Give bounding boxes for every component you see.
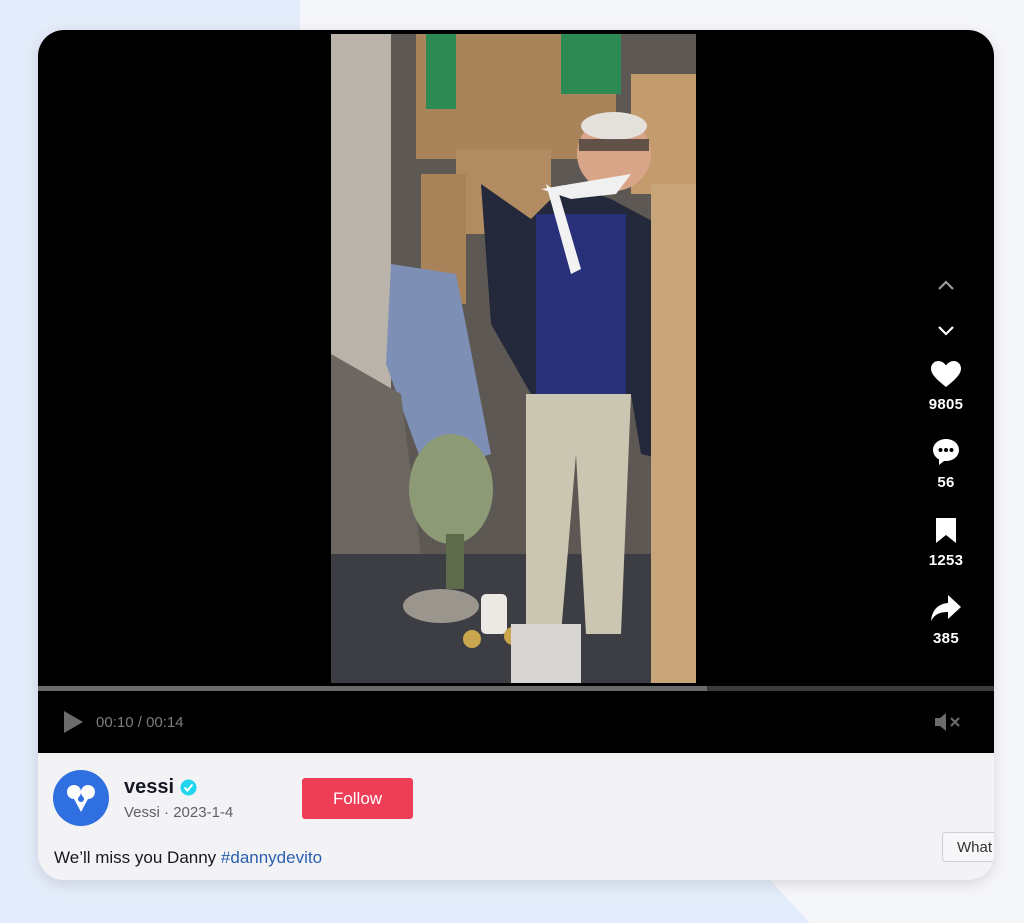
avatar[interactable]	[53, 770, 109, 826]
share-count: 385	[933, 630, 959, 647]
chevron-down-icon	[938, 326, 954, 336]
partial-tooltip-chip[interactable]: What	[942, 832, 994, 862]
bookmark-icon	[936, 518, 956, 543]
verified-badge-icon	[180, 779, 197, 796]
vessi-logo-icon	[67, 785, 95, 812]
muted-speaker-icon	[935, 713, 960, 731]
save-count: 1253	[928, 552, 964, 569]
mute-button[interactable]	[934, 712, 962, 737]
post-caption: We’ll miss you Danny #dannydevito	[54, 848, 322, 868]
video-controls: 00:10 / 00:14	[38, 691, 994, 753]
display-name: Vessi	[124, 804, 160, 821]
share-arrow-icon	[931, 595, 961, 621]
post-info: vessi Vessi · 2023-1-4 Follow We’ll miss…	[38, 753, 994, 880]
heart-icon	[931, 361, 961, 387]
video-player[interactable]: 9805 56 1253 385 00:10 / 00:14	[38, 30, 994, 753]
video-thumbnail	[331, 34, 696, 683]
duration: 00:14	[146, 714, 184, 731]
video-frame[interactable]	[331, 34, 696, 683]
save-action[interactable]: 1253	[920, 512, 972, 588]
post-date: 2023-1-4	[173, 804, 234, 821]
action-rail: 9805 56 1253 385	[920, 262, 972, 666]
like-count: 9805	[928, 396, 964, 413]
page-background-bottom	[0, 880, 1024, 923]
share-action[interactable]: 385	[920, 590, 972, 666]
follow-button[interactable]: Follow	[302, 778, 413, 819]
current-time: 00:10	[96, 714, 134, 731]
username-text: vessi	[124, 776, 175, 798]
caption-text: We’ll miss you Danny	[54, 848, 221, 867]
hashtag-link[interactable]: #dannydevito	[221, 848, 322, 867]
play-button[interactable]	[62, 710, 84, 739]
chevron-up-icon	[938, 280, 954, 290]
time-separator: /	[133, 714, 147, 731]
comment-bubble-icon	[933, 439, 959, 465]
author-meta: Vessi · 2023-1-4	[124, 804, 233, 821]
play-icon	[64, 711, 83, 733]
comment-count: 56	[937, 474, 955, 491]
previous-video-button[interactable]	[920, 262, 972, 308]
video-card: 9805 56 1253 385 00:10 / 00:14 vessi Ves…	[38, 30, 994, 880]
meta-separator: ·	[159, 804, 174, 821]
like-action[interactable]: 9805	[920, 356, 972, 432]
username[interactable]: vessi	[124, 776, 197, 799]
comment-action[interactable]: 56	[920, 434, 972, 510]
video-time: 00:10 / 00:14	[96, 714, 184, 731]
next-video-button[interactable]	[920, 308, 972, 354]
